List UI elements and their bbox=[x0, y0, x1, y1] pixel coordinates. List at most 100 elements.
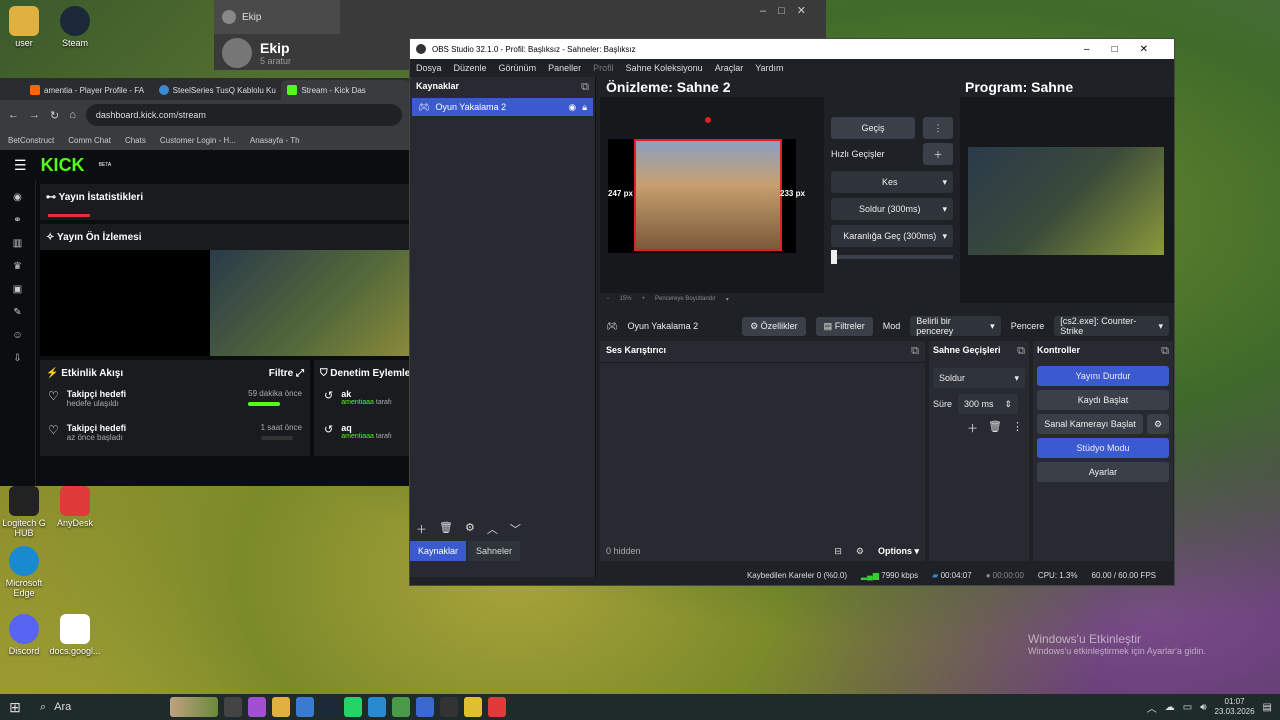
popout-icon[interactable]: ⤢ bbox=[296, 368, 304, 379]
explorer-icon[interactable] bbox=[272, 697, 290, 717]
telegram-icon[interactable] bbox=[368, 697, 386, 717]
add-icon[interactable]: ＋ bbox=[416, 521, 427, 537]
virtual-camera-button[interactable]: Sanal Kamerayı Başlat bbox=[1037, 414, 1143, 434]
chart-icon[interactable]: ▥ bbox=[0, 238, 35, 249]
store-icon[interactable] bbox=[296, 697, 314, 717]
desktop-icon-steam[interactable]: Steam bbox=[45, 6, 105, 48]
widgets-icon[interactable] bbox=[170, 697, 218, 717]
desktop-icon-edge[interactable]: Microsoft Edge bbox=[0, 546, 54, 598]
kick-logo[interactable]: KICK bbox=[41, 155, 85, 176]
studio-mode-button[interactable]: Stüdyo Modu bbox=[1037, 438, 1169, 458]
ekip-tab[interactable]: Ekip bbox=[214, 0, 340, 34]
obs-icon[interactable] bbox=[440, 697, 458, 717]
clock[interactable]: 01:07 23.03.2026 bbox=[1215, 697, 1255, 717]
copilot-icon[interactable] bbox=[248, 697, 266, 717]
chrome-icon[interactable] bbox=[392, 697, 410, 717]
undock-icon[interactable]: ⧉ bbox=[911, 345, 919, 358]
advanced-audio-icon[interactable]: ⚙ bbox=[856, 546, 864, 557]
undo-icon[interactable]: ↺ bbox=[324, 423, 333, 440]
menu-profil[interactable]: Profil bbox=[593, 63, 614, 73]
source-item[interactable]: 🎮︎ Oyun Yakalama 2 ◉ 🔒︎ bbox=[412, 98, 593, 116]
bookmark-anasayfa[interactable]: Anasayfa - Th bbox=[250, 136, 300, 145]
search-box[interactable]: ⌕ Ara bbox=[30, 695, 170, 719]
lock-icon[interactable]: 🔒︎ bbox=[582, 102, 587, 113]
menu-gorunum[interactable]: Görünüm bbox=[499, 63, 537, 73]
undock-icon[interactable]: ⧉ bbox=[581, 81, 589, 94]
duration-input[interactable]: 300 ms ⇕ bbox=[958, 394, 1019, 414]
desktop-icon-docs[interactable]: docs.googl... bbox=[45, 614, 105, 656]
down-icon[interactable]: ﹀ bbox=[510, 521, 521, 537]
gear-icon[interactable]: ⚙ bbox=[1147, 414, 1169, 434]
more-icon[interactable]: ⋮ bbox=[1012, 420, 1023, 436]
menu-duzenle[interactable]: Düzenle bbox=[454, 63, 487, 73]
more-icon[interactable]: ⋮ bbox=[923, 117, 953, 139]
eye-icon[interactable]: ◉ bbox=[568, 102, 576, 113]
whatsapp-icon[interactable] bbox=[344, 697, 362, 717]
menu-yardim[interactable]: Yardım bbox=[755, 63, 783, 73]
bookmark-comm-chat[interactable]: Comm Chat bbox=[68, 136, 111, 145]
stop-stream-button[interactable]: Yayını Durdur bbox=[1037, 366, 1169, 386]
tbar-handle[interactable] bbox=[831, 250, 837, 264]
tbar-slider[interactable] bbox=[831, 250, 953, 264]
tab-sources[interactable]: Kaynaklar bbox=[410, 541, 467, 561]
trophy-icon[interactable]: ♛ bbox=[0, 261, 35, 272]
address-bar[interactable]: dashboard.kick.com/stream bbox=[85, 104, 402, 126]
forward-icon[interactable]: → bbox=[29, 109, 40, 121]
bookmark-betconstruct[interactable]: BetConstruct bbox=[8, 136, 54, 145]
undo-icon[interactable]: ↺ bbox=[324, 389, 333, 419]
back-icon[interactable]: ← bbox=[8, 109, 19, 121]
menu-dosya[interactable]: Dosya bbox=[416, 63, 442, 73]
up-icon[interactable]: ︿ bbox=[487, 521, 498, 537]
properties-button[interactable]: ⚙ Özellikler bbox=[742, 316, 806, 336]
tab-scenes[interactable]: Sahneler bbox=[468, 541, 521, 561]
stream-icon[interactable]: ◉ bbox=[0, 192, 35, 203]
wrench-icon[interactable]: ✎ bbox=[0, 307, 35, 318]
link-icon[interactable]: ⚭ bbox=[0, 215, 35, 226]
volume-icon[interactable]: 🔊︎ bbox=[1200, 702, 1206, 713]
start-icon[interactable]: ⊞ bbox=[0, 699, 30, 716]
trash-icon[interactable]: 🗑︎ bbox=[439, 521, 453, 537]
video-icon[interactable]: ▣ bbox=[0, 284, 35, 295]
quick-transition-fade-black[interactable]: Karanlığa Geç (300ms) ▾ bbox=[831, 225, 953, 247]
spin-icon[interactable]: ⇕ bbox=[1004, 399, 1012, 410]
transition-button[interactable]: Geçiş bbox=[831, 117, 915, 139]
window-select[interactable]: [cs2.exe]: Counter-Strike ▾ bbox=[1054, 316, 1169, 336]
desktop-icon-anydesk[interactable]: AnyDesk bbox=[45, 486, 105, 528]
options-button[interactable]: Options ▾ bbox=[878, 546, 919, 557]
tab-faceit[interactable]: amentia - Player Profile - FA bbox=[24, 80, 153, 100]
add-icon[interactable]: ＋ bbox=[923, 143, 953, 165]
layout-icon[interactable]: ⊟ bbox=[834, 546, 842, 557]
chevron-down-icon[interactable]: ▾ bbox=[726, 296, 729, 303]
home-icon[interactable]: ⌂ bbox=[69, 109, 76, 121]
app-icon[interactable] bbox=[464, 697, 482, 717]
quick-transition-cut[interactable]: Kes ▾ bbox=[831, 171, 953, 193]
tab-steelseries[interactable]: SteelSeries TusQ Kablolu Ku bbox=[153, 80, 282, 100]
anydesk-icon[interactable] bbox=[488, 697, 506, 717]
preview-canvas[interactable]: 247 px 233 px bbox=[600, 97, 824, 293]
task-view-icon[interactable] bbox=[224, 697, 242, 717]
cloud-icon[interactable]: ☁ bbox=[1165, 702, 1175, 713]
transition-select[interactable]: Soldur ▾ bbox=[933, 368, 1025, 388]
undock-icon[interactable]: ⧉ bbox=[1161, 345, 1169, 358]
filter-button[interactable]: Filtre bbox=[269, 368, 293, 379]
notification-icon[interactable]: ▤ bbox=[1263, 702, 1272, 713]
app-icon[interactable] bbox=[416, 697, 434, 717]
quick-transition-fade[interactable]: Soldur (300ms) ▾ bbox=[831, 198, 953, 220]
network-icon[interactable]: ▭ bbox=[1183, 702, 1192, 713]
gear-icon[interactable]: ⚙ bbox=[465, 521, 475, 537]
tray-chevron-icon[interactable]: ︿ bbox=[1147, 700, 1157, 715]
menu-sahne-koleksiyonu[interactable]: Sahne Koleksiyonu bbox=[626, 63, 703, 73]
rotate-handle[interactable] bbox=[705, 117, 711, 123]
tab-kick[interactable]: Stream - Kick Das bbox=[281, 80, 410, 100]
menu-icon[interactable]: ☰ bbox=[14, 157, 27, 174]
menu-paneller[interactable]: Paneller bbox=[548, 63, 581, 73]
reload-icon[interactable]: ↻ bbox=[50, 109, 59, 122]
start-record-button[interactable]: Kaydı Başlat bbox=[1037, 390, 1169, 410]
game-capture-bounds[interactable] bbox=[634, 139, 782, 251]
fit-button[interactable]: Pencereye Boyutlandır bbox=[655, 296, 716, 303]
bookmark-chats[interactable]: Chats bbox=[125, 136, 146, 145]
users-icon[interactable]: ☺ bbox=[0, 330, 35, 341]
zoom-out-icon[interactable]: − bbox=[606, 296, 610, 303]
download-icon[interactable]: ⇩ bbox=[0, 353, 35, 364]
mode-select[interactable]: Belirli bir pencerey ▾ bbox=[910, 316, 1001, 336]
